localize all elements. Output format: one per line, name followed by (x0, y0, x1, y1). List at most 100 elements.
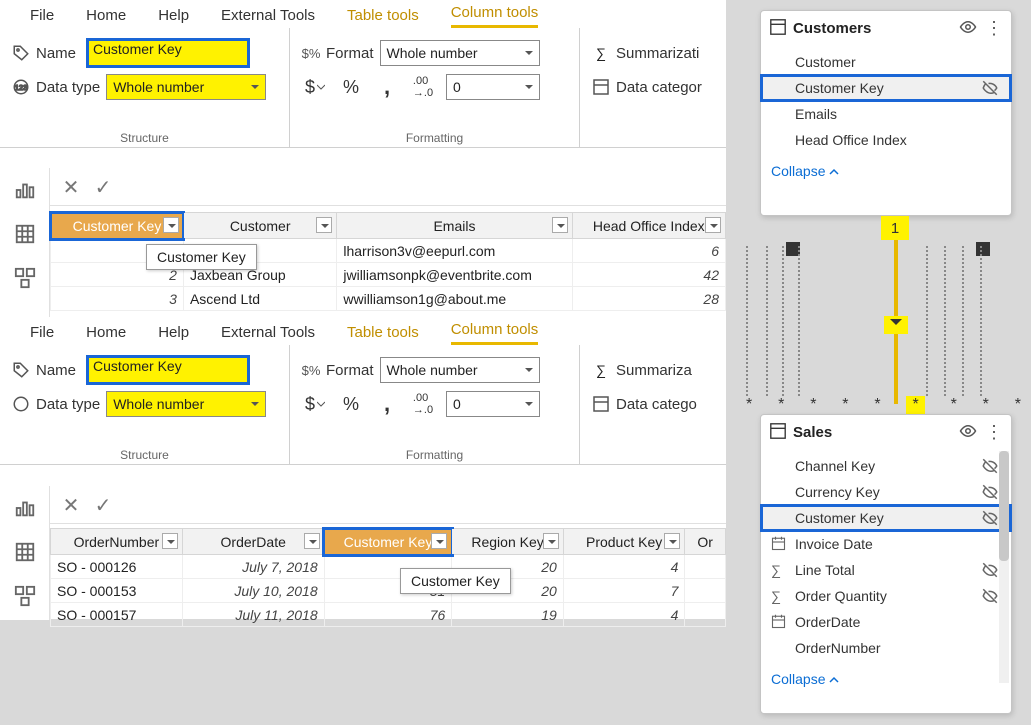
filter-icon[interactable] (552, 217, 568, 233)
col-customer-key[interactable]: Customer Key (51, 213, 184, 239)
decimal-icon[interactable]: .00→.0 (410, 390, 436, 418)
customers-pane[interactable]: Customers ⋮ Customer Customer Key Emails… (760, 10, 1012, 216)
field-emails[interactable]: Emails (761, 101, 1011, 127)
comma-button[interactable]: , (374, 73, 400, 101)
comma-button[interactable]: , (374, 390, 400, 418)
filter-icon[interactable] (316, 217, 332, 233)
calendar-icon (771, 536, 786, 554)
menu-file[interactable]: File (30, 7, 54, 28)
col-product-key[interactable]: Product Key (563, 529, 685, 555)
name-input[interactable]: Customer Key (88, 357, 248, 383)
menu-help[interactable]: Help (158, 7, 189, 28)
col-orderdate[interactable]: OrderDate (182, 529, 324, 555)
name-input[interactable]: Customer Key (88, 40, 248, 66)
filter-icon[interactable] (705, 217, 721, 233)
hidden-icon[interactable] (981, 587, 999, 608)
filter-icon[interactable] (431, 533, 447, 549)
more-icon[interactable]: ⋮ (985, 422, 1003, 443)
collapse-link[interactable]: Collapse (761, 665, 1011, 693)
percent-button[interactable]: % (338, 73, 364, 101)
field-orderdate[interactable]: OrderDate (761, 609, 1011, 635)
data-view-icon[interactable] (11, 220, 39, 248)
report-view-icon[interactable] (11, 494, 39, 522)
decimal-icon[interactable]: .00→.0 (410, 73, 436, 101)
commit-icon[interactable]: ✓ (92, 495, 114, 517)
sales-pane[interactable]: Sales ⋮ Channel KeyCurrency KeyCustomer … (760, 414, 1012, 714)
col-hoi[interactable]: Head Office Index (572, 213, 725, 239)
format-select[interactable]: Whole number (380, 40, 540, 66)
datatype-select[interactable]: Whole number (106, 391, 266, 417)
tab-column-tools[interactable]: Column tools (451, 321, 539, 345)
datatype-label: Data type (36, 396, 100, 413)
tab-table-tools[interactable]: Table tools (347, 7, 419, 28)
table-row[interactable]: 3Ascend Ltdwwilliamson1g@about.me28 (51, 287, 726, 311)
sigma-icon: ∑ (592, 44, 610, 62)
calendar-icon (771, 614, 786, 632)
table-row[interactable]: SO - 000153July 10, 201851207 (51, 579, 726, 603)
filter-icon[interactable] (304, 533, 320, 549)
model-view-icon[interactable] (11, 582, 39, 610)
cardinality-many: ********* (746, 396, 1021, 414)
filter-icon[interactable] (664, 533, 680, 549)
col-customer-key[interactable]: Customer Key (324, 529, 452, 555)
ribbon: Name Customer Key Data type Whole number… (0, 345, 726, 465)
col-customer[interactable]: Customer (183, 213, 336, 239)
field-currency-key[interactable]: Currency Key (761, 479, 1011, 505)
menu-home[interactable]: Home (86, 324, 126, 345)
table-row[interactable]: SO - 000126July 7, 2018204 (51, 555, 726, 579)
eye-icon[interactable] (959, 422, 979, 442)
currency-button[interactable]: $ (302, 73, 328, 101)
col-ordernumber[interactable]: OrderNumber (51, 529, 183, 555)
report-view-icon[interactable] (11, 176, 39, 204)
decimals-select[interactable]: 0 (446, 391, 540, 417)
hidden-icon[interactable] (981, 483, 999, 504)
cancel-icon[interactable]: ✕ (60, 495, 82, 517)
format-icon: $% (302, 44, 320, 62)
field-invoice-date[interactable]: Invoice Date (761, 531, 1011, 557)
field-order-quantity[interactable]: ∑Order Quantity (761, 583, 1011, 609)
datatype-select[interactable]: Whole number (106, 74, 266, 100)
collapse-link[interactable]: Collapse (761, 157, 1011, 185)
scrollbar[interactable] (999, 451, 1009, 683)
menu-external-tools[interactable]: External Tools (221, 324, 315, 345)
field-customer[interactable]: Customer (761, 49, 1011, 75)
decimals-select[interactable]: 0 (446, 74, 540, 100)
more-icon[interactable]: ⋮ (985, 18, 1003, 39)
data-view-icon[interactable] (11, 538, 39, 566)
filter-icon[interactable] (163, 217, 179, 233)
field-customer-key[interactable]: Customer Key (761, 75, 1011, 101)
pane-title: Sales (793, 424, 953, 441)
percent-button[interactable]: % (338, 390, 364, 418)
field-customer-key[interactable]: Customer Key (761, 505, 1011, 531)
col-truncated[interactable]: Or (685, 529, 726, 555)
menu-external-tools[interactable]: External Tools (221, 7, 315, 28)
filter-icon[interactable] (543, 533, 559, 549)
hidden-icon[interactable] (981, 509, 999, 530)
col-emails[interactable]: Emails (337, 213, 572, 239)
hidden-icon[interactable] (981, 457, 999, 478)
format-select[interactable]: Whole number (380, 357, 540, 383)
table-row[interactable]: SO - 000157July 11, 201876194 (51, 603, 726, 627)
menu-home[interactable]: Home (86, 7, 126, 28)
tab-table-tools[interactable]: Table tools (347, 324, 419, 345)
field-ordernumber[interactable]: OrderNumber (761, 635, 1011, 661)
dotted-line (926, 246, 928, 396)
pane-header[interactable]: Customers ⋮ (761, 11, 1011, 45)
cancel-icon[interactable]: ✕ (60, 177, 82, 199)
field-line-total[interactable]: ∑Line Total (761, 557, 1011, 583)
field-hoi[interactable]: Head Office Index (761, 127, 1011, 153)
menu-file[interactable]: File (30, 324, 54, 345)
tab-column-tools[interactable]: Column tools (451, 4, 539, 28)
hidden-icon[interactable] (981, 561, 999, 582)
currency-button[interactable]: $ (302, 390, 328, 418)
hidden-icon[interactable] (981, 79, 999, 100)
field-channel-key[interactable]: Channel Key (761, 453, 1011, 479)
model-view-icon[interactable] (11, 264, 39, 292)
menu-help[interactable]: Help (158, 324, 189, 345)
pane-header[interactable]: Sales ⋮ (761, 415, 1011, 449)
commit-icon[interactable]: ✓ (92, 177, 114, 199)
col-region-key[interactable]: Region Key (452, 529, 563, 555)
eye-icon[interactable] (959, 18, 979, 38)
filter-icon[interactable] (162, 533, 178, 549)
group-label-formatting: Formatting (290, 448, 579, 462)
